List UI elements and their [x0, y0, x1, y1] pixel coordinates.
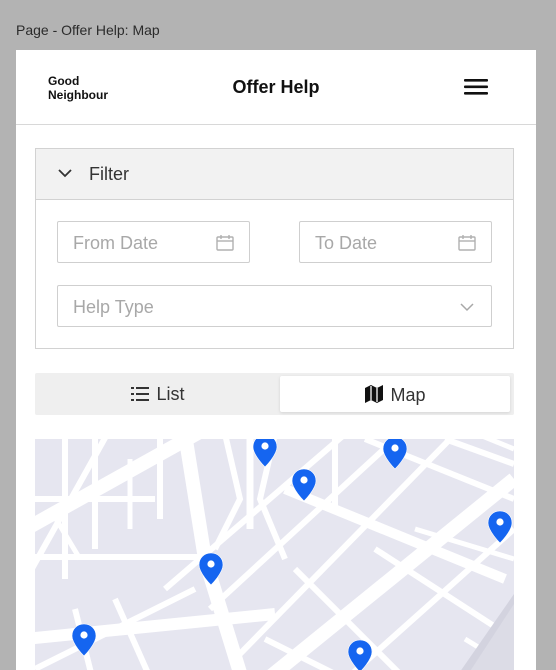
tab-list-label: List [156, 384, 185, 404]
chevron-down-icon [460, 303, 474, 312]
page: Good Neighbour Offer Help Filter From Da… [16, 50, 536, 670]
calendar-icon [458, 235, 476, 251]
header: Good Neighbour Offer Help [16, 50, 536, 125]
list-icon [131, 387, 150, 401]
help-type-placeholder: Help Type [73, 297, 154, 317]
tab-map[interactable]: Map [280, 376, 510, 412]
menu-button[interactable] [462, 75, 492, 99]
from-date-placeholder: From Date [73, 233, 159, 253]
frame-label: Page - Offer Help: Map [16, 22, 160, 38]
to-date-placeholder: To Date [315, 233, 378, 253]
map-canvas[interactable] [35, 439, 514, 670]
tab-list[interactable]: List [38, 376, 277, 412]
view-toggle: List Map [35, 373, 514, 415]
filter-toggle[interactable]: Filter [36, 149, 513, 200]
tab-map-label: Map [390, 385, 426, 405]
map-view[interactable] [35, 439, 514, 670]
map-icon [365, 385, 384, 403]
filter-label: Filter [89, 164, 129, 184]
help-type-select[interactable]: Help Type [57, 285, 492, 327]
to-date-field[interactable]: To Date [299, 221, 492, 263]
hamburger-menu-icon [464, 79, 488, 95]
from-date-field[interactable]: From Date [57, 221, 250, 263]
filter-panel: Filter From Date To Date Help Type [35, 148, 514, 349]
calendar-icon [216, 235, 234, 251]
page-title: Offer Help [232, 77, 320, 97]
chevron-down-icon [58, 169, 72, 178]
